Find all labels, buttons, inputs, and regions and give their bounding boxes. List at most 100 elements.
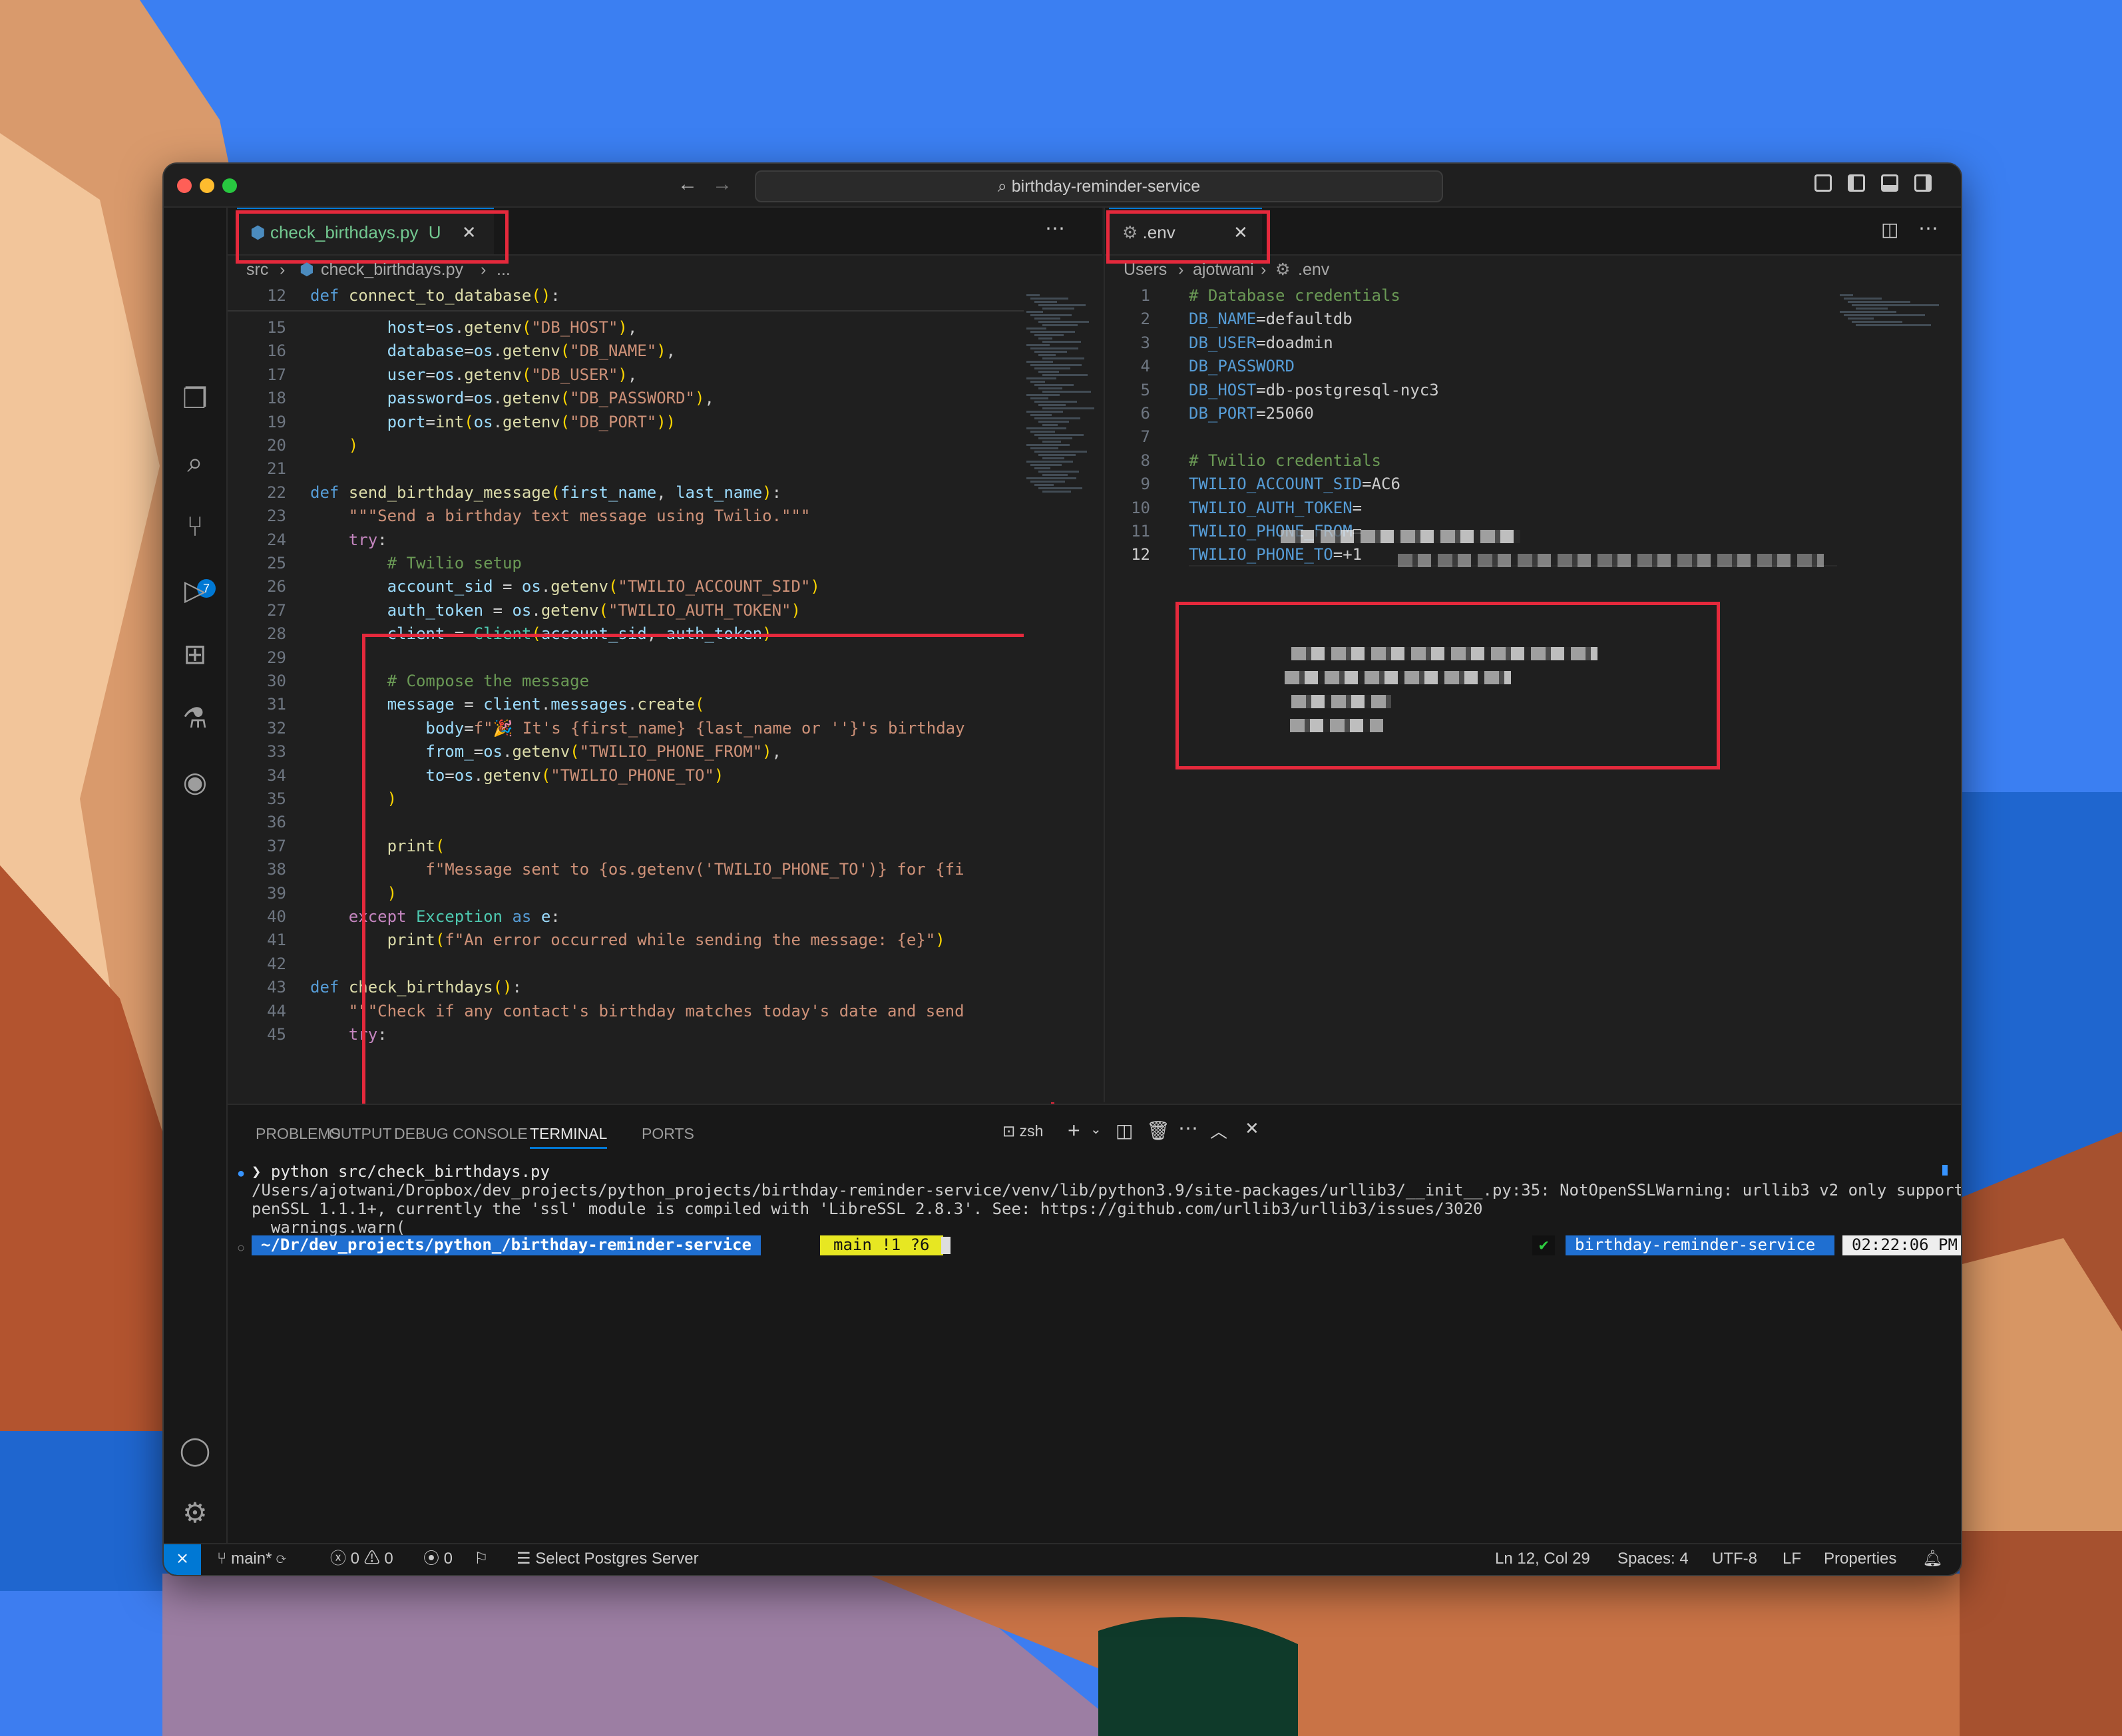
postgres-icon[interactable]: ◉ — [178, 765, 212, 799]
gear-file-icon: ⚙ — [1275, 260, 1291, 279]
minimap-line — [1034, 351, 1067, 353]
terminal-shell-selector[interactable]: ⊡ zsh — [1002, 1122, 1043, 1140]
extensions-icon[interactable]: ⊞ — [178, 638, 212, 671]
minimap-line — [1030, 331, 1075, 333]
line-number: 7 — [1140, 427, 1150, 447]
minimap-line — [1034, 451, 1087, 453]
code-line: DB_PORT=25060 — [1189, 404, 1314, 423]
toggle-secondary-sidebar-icon[interactable] — [1914, 174, 1932, 192]
ports-indicator[interactable]: ⦿ 0 — [423, 1544, 453, 1574]
code-line: host=os.getenv("DB_HOST"), — [387, 318, 638, 337]
line-number: 38 — [267, 860, 286, 879]
panel-tab-terminal[interactable]: TERMINAL — [530, 1125, 608, 1149]
minimap-line — [1030, 397, 1048, 399]
new-terminal-icon[interactable]: + — [1068, 1118, 1080, 1143]
maximize-window-button[interactable] — [222, 178, 237, 193]
close-panel-icon[interactable]: ✕ — [1245, 1118, 1259, 1139]
line-number: 28 — [267, 624, 286, 644]
line-number: 24 — [267, 530, 286, 549]
indentation[interactable]: Spaces: 4 — [1617, 1544, 1689, 1574]
minimap-line — [1038, 337, 1052, 339]
toggle-panel-icon[interactable] — [1881, 174, 1898, 192]
search-icon[interactable]: ⌕ — [178, 446, 212, 479]
panel-tab-problems[interactable]: PROBLEMS — [256, 1125, 341, 1143]
branch-indicator[interactable]: ⑂ main* ⟳ — [217, 1544, 286, 1574]
code-line: password=os.getenv("DB_PASSWORD"), — [387, 389, 714, 408]
toggle-primary-sidebar-icon[interactable] — [1848, 174, 1865, 192]
minimap-line — [1026, 411, 1063, 413]
minimap-line — [1026, 477, 1076, 479]
minimap[interactable] — [1837, 290, 1950, 1102]
minimap-line — [1038, 421, 1069, 423]
line-number: 34 — [267, 765, 286, 785]
minimap-line — [1038, 404, 1066, 406]
command-center-search[interactable]: ⌕ birthday-reminder-service — [755, 170, 1443, 202]
line-number: 12 — [267, 286, 286, 305]
panel-tab-output[interactable]: OUTPUT — [329, 1125, 392, 1143]
split-terminal-icon[interactable]: ◫ — [1116, 1120, 1133, 1142]
line-number: 39 — [267, 883, 286, 903]
line-number: 18 — [267, 389, 286, 408]
remote-indicator-icon[interactable]: ⨯ — [164, 1544, 201, 1575]
trash-icon[interactable]: 🗑 — [1146, 1120, 1170, 1142]
sync-icon: ⟳ — [272, 1550, 286, 1568]
testing-icon[interactable]: ⚗ — [178, 702, 212, 735]
minimap-line — [1026, 427, 1066, 429]
minimap-line — [1840, 311, 1896, 313]
breadcrumb-users[interactable]: Users — [1124, 256, 1167, 284]
accounts-icon[interactable]: ◯ — [178, 1434, 212, 1467]
breadcrumb-user[interactable]: ajotwani — [1193, 256, 1254, 284]
minimap-line — [1042, 374, 1088, 376]
cursor-position[interactable]: Ln 12, Col 29 — [1495, 1544, 1590, 1574]
branch-name: main* — [231, 1550, 272, 1568]
minimize-window-button[interactable] — [200, 178, 214, 193]
line-number: 12 — [1131, 545, 1150, 564]
prompt-env-name: birthday-reminder-service — [1566, 1235, 1834, 1255]
chevron-right-icon: › — [280, 260, 286, 279]
breadcrumb-env[interactable]: .env — [1298, 256, 1329, 284]
code-line: database=os.getenv("DB_NAME"), — [387, 341, 676, 361]
minimap-line — [1042, 424, 1058, 426]
close-window-button[interactable] — [177, 178, 192, 193]
minimap-line — [1026, 327, 1046, 329]
highlight-twilio-credentials — [1175, 602, 1720, 769]
more-actions-icon[interactable]: ⋯ — [1918, 217, 1938, 240]
encoding[interactable]: UTF-8 — [1712, 1544, 1757, 1574]
breadcrumb-file[interactable]: check_birthdays.py — [321, 256, 463, 284]
minimap-line — [1042, 324, 1078, 326]
code-line: try: — [348, 530, 387, 549]
postgres-server-selector[interactable]: ☰ Select Postgres Server — [517, 1544, 699, 1574]
panel-tab-ports[interactable]: PORTS — [642, 1125, 694, 1143]
language-mode[interactable]: Properties — [1824, 1544, 1896, 1574]
minimap-line — [1840, 294, 1853, 296]
forward-arrow-icon[interactable]: → — [712, 173, 732, 196]
line-number: 44 — [267, 1001, 286, 1020]
customize-layout-icon[interactable] — [1814, 174, 1832, 192]
notifications-bell-icon[interactable]: 🔔︎ — [1922, 1544, 1942, 1574]
minimap-line — [1038, 371, 1059, 373]
explorer-icon[interactable]: ❐ — [178, 382, 212, 415]
more-actions-icon[interactable]: ⋯ — [1045, 217, 1065, 240]
debug-launch-icon[interactable]: ⚐ — [474, 1544, 489, 1574]
end-of-line[interactable]: LF — [1783, 1544, 1801, 1574]
problems-indicator[interactable]: ⓧ 0 ⚠ 0 — [330, 1544, 393, 1574]
minimap-line — [1042, 441, 1061, 443]
split-editor-icon[interactable]: ◫ — [1881, 218, 1898, 240]
shell-name: zsh — [1019, 1122, 1044, 1140]
breadcrumb-symbol[interactable]: ... — [497, 256, 511, 284]
panel-tab-debug-console[interactable]: DEBUG CONSOLE — [394, 1125, 528, 1143]
bottom-panel: PROBLEMS OUTPUT DEBUG CONSOLE TERMINAL PORTS… — [228, 1104, 1961, 1544]
code-line: DB_PASSWORD — [1189, 357, 1295, 376]
breadcrumb-src[interactable]: src — [246, 256, 268, 284]
chevron-down-icon[interactable]: ⌄ — [1090, 1121, 1102, 1138]
more-actions-icon[interactable]: ⋯ — [1178, 1117, 1198, 1140]
maximize-panel-icon[interactable]: ︿ — [1210, 1118, 1227, 1143]
line-number: 21 — [267, 459, 286, 479]
source-control-icon[interactable]: ⑂ — [178, 510, 212, 543]
settings-gear-icon[interactable]: ⚙ — [178, 1496, 212, 1530]
line-number: 27 — [267, 600, 286, 620]
sticky-scroll-divider — [228, 310, 1024, 312]
minimap-line — [1038, 471, 1079, 473]
back-arrow-icon[interactable]: ← — [678, 173, 698, 196]
run-debug-icon[interactable]: ▷ — [178, 574, 212, 607]
